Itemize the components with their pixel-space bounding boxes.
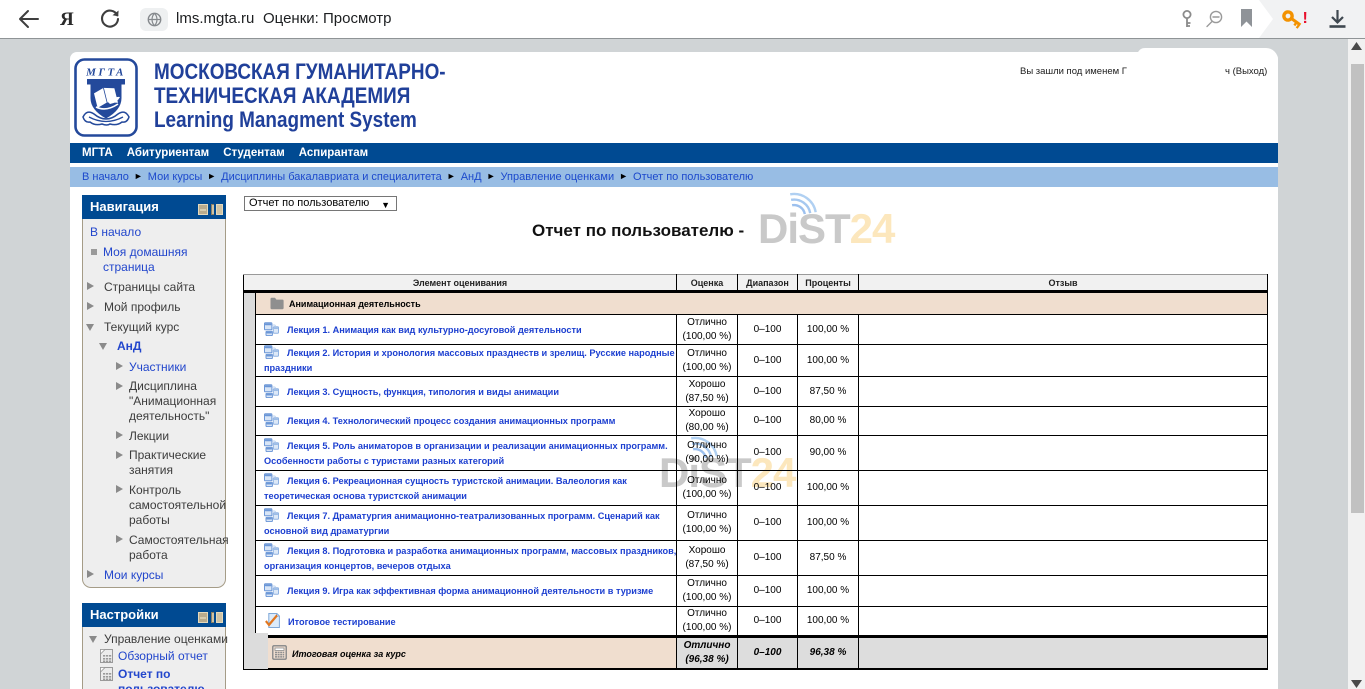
svg-text:МГТА: МГТА bbox=[85, 67, 126, 79]
svg-text:!: ! bbox=[1303, 10, 1308, 27]
